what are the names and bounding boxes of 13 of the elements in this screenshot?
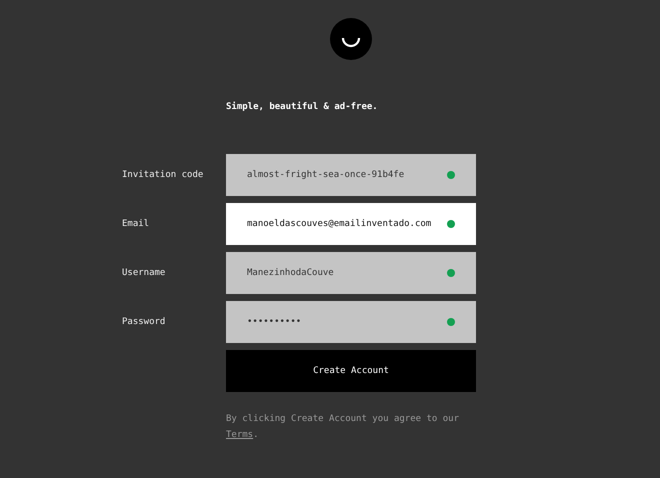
input-field[interactable]: almost-fright-sea-once-91b4fe xyxy=(226,154,476,196)
input-field[interactable]: manoeldascouves@emailinventado.com xyxy=(226,203,476,245)
input-field[interactable]: •••••••••• xyxy=(226,301,476,343)
input-field[interactable]: ManezinhodaCouve xyxy=(226,252,476,294)
field-label: Email xyxy=(122,219,150,229)
field-label: Username xyxy=(122,268,166,278)
terms-text: By clicking Create Account you agree to our Terms. xyxy=(226,413,460,442)
create-account-button[interactable]: Create Account xyxy=(226,350,476,392)
field-label: Password xyxy=(122,317,166,327)
tagline: Simple, beautiful & ad-free. xyxy=(226,102,378,112)
smiley-logo-icon xyxy=(330,18,372,60)
field-label: Invitation code xyxy=(122,170,204,180)
terms-link[interactable]: Terms xyxy=(226,430,254,440)
